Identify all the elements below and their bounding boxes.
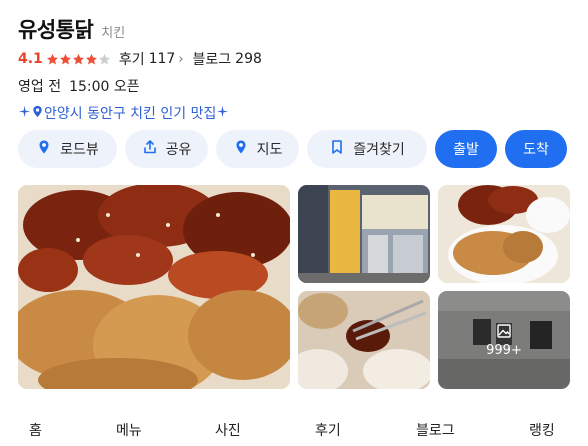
star-filled-icon xyxy=(59,53,71,64)
blog-label[interactable]: 블로그 xyxy=(193,49,232,69)
star-filled-icon xyxy=(85,53,97,64)
photo-grid: 999+ xyxy=(18,185,570,389)
more-photos-count: 999+ xyxy=(486,342,522,358)
depart-label: 출발 xyxy=(453,142,479,158)
rating-row: 4.1 후기 117 › 블로그 298 xyxy=(18,48,578,70)
tagline-text: 안양시 동안구 치킨 인기 맛집 xyxy=(44,106,217,122)
depart-button[interactable]: 출발 xyxy=(435,130,497,168)
bookmark-icon xyxy=(329,139,345,159)
review-count[interactable]: 117 xyxy=(149,51,176,67)
map-label: 지도 xyxy=(256,142,283,158)
place-name: 유성통닭 xyxy=(18,18,94,42)
review-label[interactable]: 후기 xyxy=(119,49,145,69)
tab-photos[interactable]: 사진 xyxy=(215,420,241,440)
sparkle-icon xyxy=(216,105,229,122)
arrive-label: 도착 xyxy=(523,142,549,158)
place-header: 유성통닭 치킨 4.1 후기 117 › 블로그 298 영업 전 15:00 … xyxy=(18,14,578,124)
open-time: 15:00 오픈 xyxy=(69,79,140,95)
photo-storefront[interactable] xyxy=(298,185,430,283)
roadview-pin-icon xyxy=(36,139,52,159)
map-button[interactable]: 지도 xyxy=(216,130,299,168)
bookmark-label: 즐겨찾기 xyxy=(353,142,405,158)
star-rating xyxy=(46,53,111,66)
arrive-button[interactable]: 도착 xyxy=(505,130,567,168)
share-icon xyxy=(142,139,158,159)
hours-row: 영업 전 15:00 오픈 xyxy=(18,75,578,97)
share-label: 공유 xyxy=(165,142,192,158)
photo-more[interactable]: 999+ xyxy=(438,291,570,389)
action-bar: 로드뷰 공유 지도 즐겨찾기 출발 도착 xyxy=(18,130,567,168)
place-category[interactable]: 치킨 xyxy=(101,22,125,41)
tab-bar: 홈 메뉴 사진 후기 블로그 랭킹 xyxy=(0,412,588,446)
tab-blog[interactable]: 블로그 xyxy=(416,420,455,440)
roadview-label: 로드뷰 xyxy=(60,142,99,158)
tab-home[interactable]: 홈 xyxy=(29,420,42,440)
share-button[interactable]: 공유 xyxy=(125,130,208,168)
tab-menu[interactable]: 메뉴 xyxy=(116,420,142,440)
map-pin-icon xyxy=(233,139,249,159)
photo-chopsticks-chicken[interactable] xyxy=(298,291,430,389)
image-icon xyxy=(496,323,512,339)
bookmark-button[interactable]: 즐겨찾기 xyxy=(307,130,427,168)
tagline-row[interactable]: 안양시 동안구 치킨 인기 맛집 xyxy=(18,102,578,124)
chevron-right-icon[interactable]: › xyxy=(178,52,183,67)
sparkle-icon xyxy=(18,105,31,122)
more-photos-overlay: 999+ xyxy=(438,291,570,389)
tab-ranking[interactable]: 랭킹 xyxy=(529,420,555,440)
location-pin-icon xyxy=(31,105,44,122)
tab-reviews[interactable]: 후기 xyxy=(315,420,341,440)
star-filled-icon xyxy=(46,53,58,64)
photo-chicken-plate[interactable] xyxy=(438,185,570,283)
photo-main-fried-chicken[interactable] xyxy=(18,185,290,389)
blog-count[interactable]: 298 xyxy=(235,51,262,67)
title-row: 유성통닭 치킨 xyxy=(18,14,578,44)
business-status: 영업 전 xyxy=(18,79,62,95)
roadview-button[interactable]: 로드뷰 xyxy=(18,130,117,168)
star-filled-icon xyxy=(72,53,84,64)
star-empty-icon xyxy=(98,53,110,64)
rating-value: 4.1 xyxy=(18,51,43,67)
